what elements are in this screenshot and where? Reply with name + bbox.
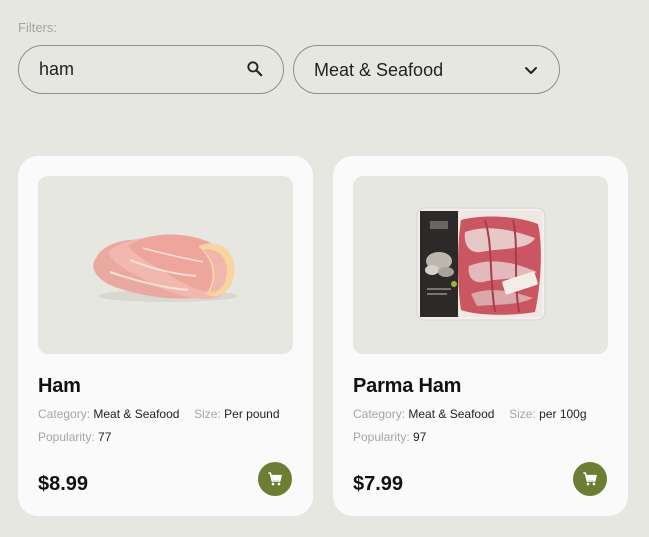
popularity-value: 97 — [413, 430, 427, 444]
product-name: Parma Ham — [353, 375, 462, 397]
category-select-value: Meat & Seafood — [314, 60, 444, 80]
product-name: Ham — [38, 375, 81, 397]
product-image — [38, 176, 293, 354]
product-card-ham[interactable]: Ham Category: Meat & Seafood Size: Per p… — [18, 156, 313, 516]
product-image — [353, 176, 608, 354]
size-label: Size: — [509, 407, 536, 421]
product-card-parma-ham[interactable]: Parma Ham Category: Meat & Seafood Size:… — [333, 156, 628, 516]
chevron-down-icon — [525, 67, 537, 74]
product-price: $8.99 — [38, 473, 89, 495]
cart-icon — [583, 472, 597, 486]
product-price: $7.99 — [353, 473, 404, 495]
product-popularity-row: Popularity: 77 — [38, 430, 111, 444]
product-popularity-row: Popularity: 97 — [353, 430, 426, 444]
popularity-label: Popularity: — [38, 430, 95, 444]
filters-label: Filters: — [18, 20, 57, 35]
search-input[interactable] — [39, 46, 229, 93]
ham-slices-image — [93, 234, 238, 302]
search-icon[interactable] — [245, 59, 265, 79]
search-box[interactable] — [18, 45, 284, 94]
popularity-label: Popularity: — [353, 430, 410, 444]
popularity-value: 77 — [98, 430, 112, 444]
cart-icon — [268, 472, 282, 486]
category-value: Meat & Seafood — [408, 407, 495, 421]
add-to-cart-button[interactable] — [573, 462, 607, 496]
product-meta-row: Category: Meat & Seafood Size: Per pound — [38, 407, 280, 421]
add-to-cart-button[interactable] — [258, 462, 292, 496]
category-label: Category: — [353, 407, 406, 421]
category-value: Meat & Seafood — [93, 407, 180, 421]
size-value: Per pound — [224, 407, 280, 421]
category-select[interactable]: Meat & Seafood — [293, 45, 560, 94]
product-meta-row: Category: Meat & Seafood Size: per 100g — [353, 407, 587, 421]
category-label: Category: — [38, 407, 91, 421]
size-label: Size: — [194, 407, 221, 421]
size-value: per 100g — [539, 407, 587, 421]
parma-ham-package-image — [416, 207, 546, 321]
